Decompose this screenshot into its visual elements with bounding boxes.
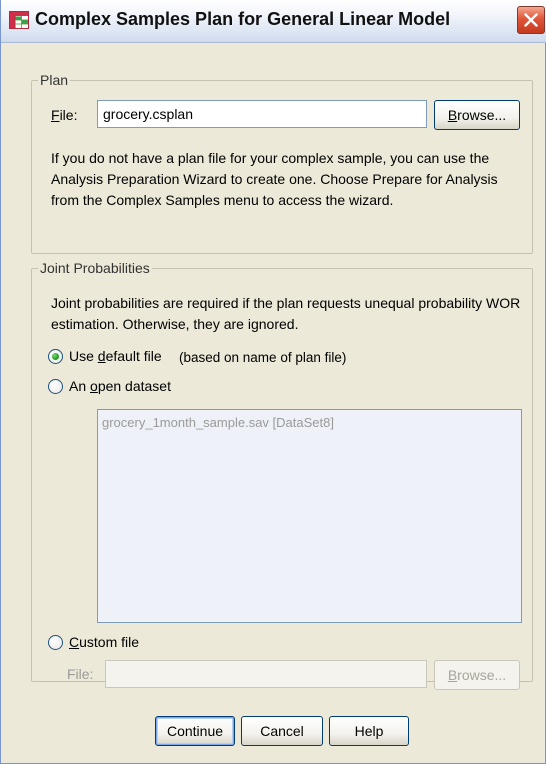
use-default-file-label[interactable]: Use default file — [69, 348, 162, 364]
close-button[interactable] — [517, 6, 545, 34]
custom-file-field-label: File: — [67, 666, 94, 682]
use-default-file-radio[interactable] — [48, 349, 63, 364]
joint-probabilities-group-label: Joint Probabilities — [40, 260, 150, 276]
plan-file-label: File: — [51, 107, 78, 123]
dialog-window: Complex Samples Plan for General Linear … — [0, 0, 546, 764]
list-item[interactable]: grocery_1month_sample.sav [DataSet8] — [102, 415, 334, 430]
plan-file-input[interactable] — [97, 100, 427, 128]
default-file-note: (based on name of plan file) — [179, 350, 347, 365]
plan-help-text: If you do not have a plan file for your … — [51, 150, 498, 208]
dataset-listbox[interactable]: grocery_1month_sample.sav [DataSet8] — [97, 409, 522, 623]
open-dataset-radio[interactable] — [48, 379, 63, 394]
help-button[interactable]: Help — [329, 716, 409, 746]
title-bar[interactable]: Complex Samples Plan for General Linear … — [1, 0, 546, 43]
continue-button[interactable]: Continue — [155, 716, 235, 746]
plan-browse-button[interactable]: Browse... — [434, 100, 520, 130]
cancel-button[interactable]: Cancel — [241, 716, 323, 746]
open-dataset-label[interactable]: An open dataset — [69, 378, 171, 394]
custom-file-radio[interactable] — [48, 635, 63, 650]
custom-browse-button[interactable]: Browse... — [434, 660, 520, 690]
joint-help-text: Joint probabilities are required if the … — [51, 295, 521, 332]
plan-group-label: Plan — [40, 72, 69, 88]
custom-file-input[interactable] — [105, 660, 427, 688]
close-icon — [524, 13, 538, 27]
custom-file-label[interactable]: Custom file — [69, 634, 139, 650]
window-title: Complex Samples Plan for General Linear … — [35, 9, 451, 29]
table-icon — [9, 11, 29, 29]
